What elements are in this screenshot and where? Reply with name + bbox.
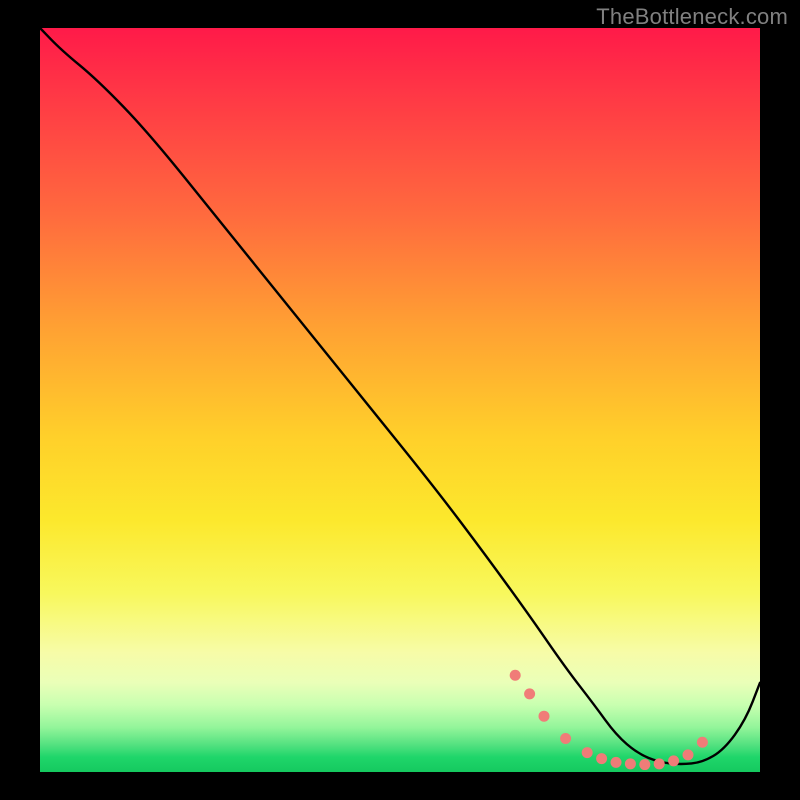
valley-markers <box>510 670 708 770</box>
valley-dot <box>524 688 535 699</box>
valley-dot <box>510 670 521 681</box>
chart-frame: TheBottleneck.com <box>0 0 800 800</box>
curve-layer <box>40 28 760 772</box>
valley-dot <box>625 758 636 769</box>
valley-dot <box>539 711 550 722</box>
plot-area <box>40 28 760 772</box>
valley-dot <box>683 749 694 760</box>
valley-dot <box>697 737 708 748</box>
valley-dot <box>611 757 622 768</box>
valley-dot <box>639 759 650 770</box>
bottleneck-curve <box>40 28 760 764</box>
valley-dot <box>596 753 607 764</box>
watermark-text: TheBottleneck.com <box>596 4 788 30</box>
valley-dot <box>560 733 571 744</box>
valley-dot <box>582 747 593 758</box>
valley-dot <box>668 755 679 766</box>
valley-dot <box>654 758 665 769</box>
